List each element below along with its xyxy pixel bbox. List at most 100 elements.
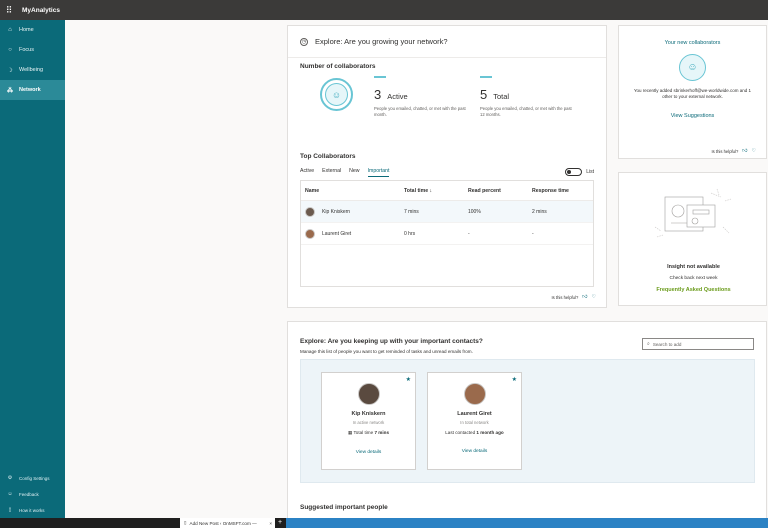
view-details-link[interactable]: View details <box>322 450 415 455</box>
main-content: ◷ Explore: Are you growing your network?… <box>65 20 768 518</box>
contact-card[interactable]: ★ Kip Kniskern In active network ▦ Total… <box>321 372 416 470</box>
total-label: Total <box>493 92 510 101</box>
sidebar-item-how-it-works[interactable]: ▯ How it works <box>0 502 65 518</box>
total-count: 5 <box>480 87 488 102</box>
insight-card: Insight not available Check back next we… <box>618 172 767 306</box>
view-suggestions-link[interactable]: View Suggestions <box>619 113 766 119</box>
insight-title: Insight not available <box>667 264 720 270</box>
card-title: Your new collaborators <box>664 40 721 46</box>
sidebar-item-label: Config Settings <box>19 475 50 481</box>
sidebar-item-focus[interactable]: ○ Focus <box>0 40 65 60</box>
sidebar-item-label: Home <box>19 27 34 33</box>
contact-info: ▦ Total time 7 mins <box>347 430 390 435</box>
avatar <box>305 228 315 239</box>
thumbs-up-icon[interactable]: 👍︎ <box>582 294 587 300</box>
tab-new[interactable]: New <box>349 168 359 177</box>
contact-info: Last contacted 1 month ago <box>445 430 504 435</box>
total-stat: 5 Total People you emailed, chatted, or … <box>480 76 575 117</box>
sidebar-item-config-settings[interactable]: ⚙ Config Settings <box>0 470 65 486</box>
browser-tab[interactable]: ▯ Add New Post ‹ OnMSFT.com — × <box>180 518 275 528</box>
active-count: 3 <box>374 87 382 102</box>
waffle-icon[interactable]: ⠿ <box>0 0 18 20</box>
helpful-prompt: Is this helpful? 👍︎ ♡ <box>711 148 757 154</box>
card-header: ◷ Explore: Are you growing your network? <box>288 26 606 58</box>
contact-name: Laurent Giret <box>457 411 492 417</box>
helpful-prompt: Is this helpful? 👍︎ ♡ <box>551 294 597 300</box>
tab-active[interactable]: Active <box>300 168 314 177</box>
insight-illustration-icon <box>654 188 732 238</box>
view-details-link[interactable]: View details <box>428 449 521 454</box>
tab-important[interactable]: Important <box>367 168 390 177</box>
search-input[interactable]: ⌕ Search to add <box>642 338 754 350</box>
column-header-name[interactable]: Name <box>301 188 404 194</box>
contact-name: Kip Kniskern <box>351 411 386 417</box>
taskbar-strip <box>286 518 768 528</box>
thumbs-up-icon[interactable]: 👍︎ <box>742 148 747 154</box>
lightbulb-icon: ○ <box>8 47 12 53</box>
network-card: ◷ Explore: Are you growing your network?… <box>287 25 607 308</box>
collaborators-title: Number of collaborators <box>300 63 376 70</box>
star-icon[interactable]: ★ <box>406 376 411 383</box>
thumbs-down-icon[interactable]: ♡ <box>752 148 756 154</box>
insight-subtitle: Check back next week <box>669 276 718 281</box>
card-title: Explore: Are you growing your network? <box>315 37 448 46</box>
card-subtitle: Manage this list of people you want to g… <box>300 349 473 354</box>
star-icon[interactable]: ★ <box>512 376 517 383</box>
calendar-icon: ▦ <box>347 430 353 435</box>
settings-icon: ⚙ <box>7 475 13 481</box>
page-icon: ▯ <box>184 520 187 525</box>
feedback-icon: ☺ <box>7 491 13 497</box>
suggested-people-title: Suggested important people <box>300 504 388 511</box>
sidebar: ⌂ Home ○ Focus ☽ Wellbeing ⁂ Network ⚙ C… <box>0 20 65 518</box>
collaborator-tabs: Active External New Important <box>300 168 397 177</box>
book-icon: ▯ <box>8 507 12 513</box>
card-title: Explore: Are you keeping up with your im… <box>300 338 483 345</box>
contact-network: In total network <box>460 420 489 425</box>
app-title: MyAnalytics <box>22 6 60 14</box>
sidebar-item-label: Wellbeing <box>19 67 44 73</box>
table-row[interactable]: Kip Kniskern 7 mins 100% 2 mins <box>301 201 593 223</box>
collaborators-table: Name Total time ↓ Read percent Response … <box>300 180 594 287</box>
new-tab-button[interactable]: + <box>278 518 282 528</box>
close-icon[interactable]: × <box>269 521 272 526</box>
avatar <box>305 206 315 217</box>
search-placeholder: Search to add <box>652 341 682 347</box>
active-description: People you emailed, chatted, or met with… <box>374 106 466 117</box>
column-header-response-time[interactable]: Response time <box>532 188 592 194</box>
active-stat: 3 Active People you emailed, chatted, or… <box>374 76 469 117</box>
network-icon: ⁂ <box>7 87 13 94</box>
contact-network: In active network <box>352 420 385 425</box>
search-icon: ⌕ <box>647 341 650 347</box>
list-toggle[interactable]: List <box>565 168 594 176</box>
collaborators-ring: ☺ <box>320 78 353 111</box>
column-header-total-time[interactable]: Total time ↓ <box>404 188 468 194</box>
sidebar-item-label: Feedback <box>19 491 39 497</box>
top-collaborators-title: Top Collaborators <box>300 153 356 160</box>
person-icon: ☺ <box>325 83 348 106</box>
clock-icon: ◷ <box>300 37 308 46</box>
sidebar-item-network[interactable]: ⁂ Network <box>0 80 65 100</box>
table-row[interactable]: Laurent Giret 0 hrs - - <box>301 223 593 245</box>
sidebar-item-wellbeing[interactable]: ☽ Wellbeing <box>0 60 65 80</box>
top-bar: ⠿ MyAnalytics <box>0 0 768 20</box>
contacts-area: ★ Kip Kniskern In active network ▦ Total… <box>300 359 755 483</box>
person-icon: ☺ <box>679 54 706 81</box>
sidebar-item-home[interactable]: ⌂ Home <box>0 20 65 40</box>
tab-label: Add New Post ‹ OnMSFT.com — <box>189 520 257 526</box>
toggle-switch[interactable] <box>565 168 583 176</box>
sidebar-item-label: How it works <box>19 507 45 513</box>
avatar <box>463 383 486 405</box>
important-contacts-card: Explore: Are you keeping up with your im… <box>287 321 767 518</box>
tab-external[interactable]: External <box>322 168 341 177</box>
home-icon: ⌂ <box>8 27 12 33</box>
total-description: People you emailed, chatted, or met with… <box>480 106 572 117</box>
faq-link[interactable]: Frequently Asked Questions <box>619 287 768 293</box>
sidebar-bottom: ⚙ Config Settings ☺ Feedback ▯ How it wo… <box>0 470 65 518</box>
thumbs-down-icon[interactable]: ♡ <box>592 294 596 300</box>
active-label: Active <box>387 92 408 101</box>
column-header-read-percent[interactable]: Read percent <box>468 188 532 194</box>
avatar <box>357 383 380 405</box>
sidebar-item-feedback[interactable]: ☺ Feedback <box>0 486 65 502</box>
contact-card[interactable]: ★ Laurent Giret In total network Last co… <box>427 372 522 470</box>
toggle-label: List <box>586 169 594 175</box>
